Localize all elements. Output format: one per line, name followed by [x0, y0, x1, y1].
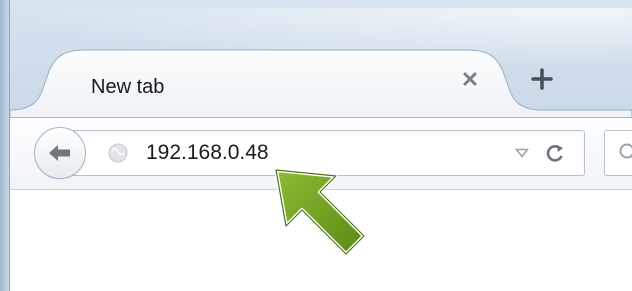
plus-icon [531, 68, 553, 90]
new-tab-button[interactable] [522, 62, 562, 96]
tab-title: New tab [91, 76, 165, 98]
reload-icon [546, 145, 563, 162]
tab-close-button[interactable] [456, 66, 484, 92]
dropdown-triangle-icon [515, 148, 529, 158]
search-icon [619, 143, 632, 159]
tab-strip: New tab [0, 0, 632, 118]
back-arrow-icon [49, 145, 70, 161]
search-bar[interactable] [604, 130, 632, 176]
pointer-arrow-icon [274, 168, 366, 256]
back-button[interactable] [34, 127, 86, 179]
reload-button[interactable] [542, 140, 568, 166]
browser-window: New tab 192.168.0.48 [0, 0, 632, 291]
address-input[interactable]: 192.168.0.48 [146, 141, 269, 165]
globe-icon [108, 143, 128, 163]
tab-active[interactable] [0, 0, 632, 118]
close-icon [463, 72, 477, 86]
history-dropdown-button[interactable] [512, 145, 532, 161]
